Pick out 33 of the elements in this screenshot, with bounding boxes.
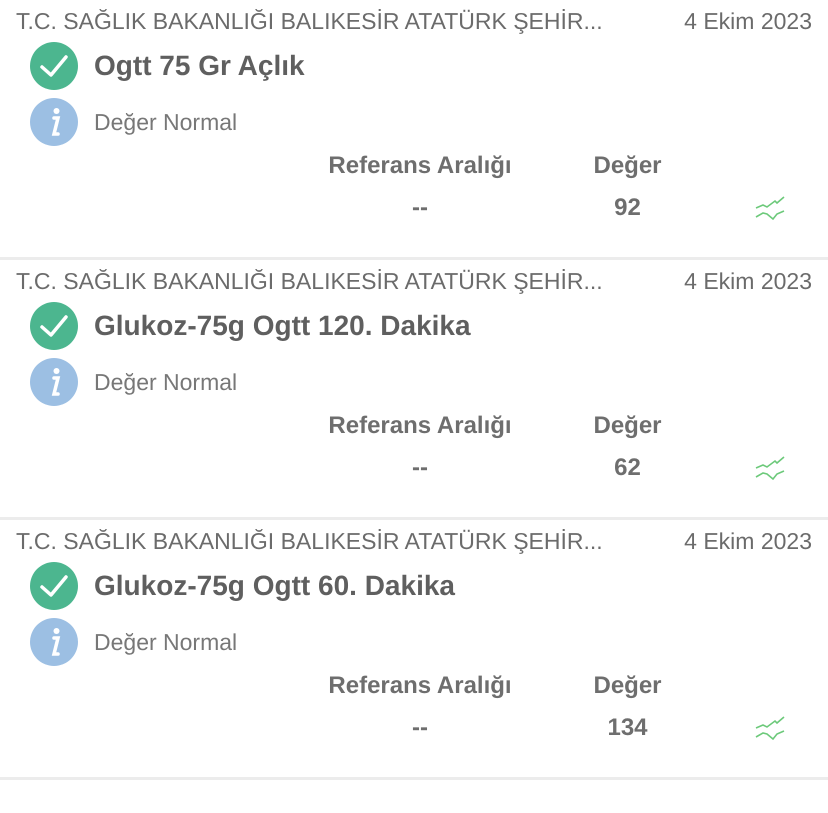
info-icon bbox=[30, 98, 78, 146]
check-icon bbox=[30, 562, 78, 610]
info-icon bbox=[30, 618, 78, 666]
hospital-name: T.C. SAĞLIK BAKANLIĞI BALIKESİR ATATÜRK ŞEHİR... bbox=[16, 8, 603, 34]
column-header: Referans Aralığı bbox=[327, 672, 513, 700]
result-date: 4 Ekim 2023 bbox=[684, 8, 812, 34]
check-icon bbox=[30, 42, 78, 90]
test-name: Glukoz-75g Ogtt 120. Dakika bbox=[94, 310, 471, 342]
test-name: Glukoz-75g Ogtt 60. Dakika bbox=[94, 570, 455, 602]
result-value: 62 bbox=[613, 454, 642, 482]
result-date: 4 Ekim 2023 bbox=[684, 528, 812, 554]
test-name: Ogtt 75 Gr Açlık bbox=[94, 50, 305, 82]
trend-chart-icon[interactable] bbox=[755, 196, 785, 220]
check-icon bbox=[30, 302, 78, 350]
reference-range: -- bbox=[411, 454, 429, 482]
column-header: Değer bbox=[592, 412, 663, 440]
info-icon bbox=[30, 358, 78, 406]
column-header: Referans Aralığı bbox=[327, 152, 513, 180]
reference-range: -- bbox=[411, 194, 429, 222]
result-value: 92 bbox=[613, 194, 642, 222]
column-header: Değer bbox=[592, 672, 663, 700]
hospital-name: T.C. SAĞLIK BAKANLIĞI BALIKESİR ATATÜRK ŞEHİR... bbox=[16, 528, 603, 554]
status-text: Değer Normal bbox=[94, 108, 238, 136]
column-header: Değer bbox=[592, 152, 663, 180]
column-header: Referans Aralığı bbox=[327, 412, 513, 440]
hospital-name: T.C. SAĞLIK BAKANLIĞI BALIKESİR ATATÜRK ŞEHİR... bbox=[16, 268, 603, 294]
status-text: Değer Normal bbox=[94, 628, 238, 656]
status-text: Değer Normal bbox=[94, 368, 238, 396]
result-date: 4 Ekim 2023 bbox=[684, 268, 812, 294]
reference-range: -- bbox=[411, 714, 429, 742]
result-value: 134 bbox=[606, 714, 649, 742]
trend-chart-icon[interactable] bbox=[755, 716, 785, 740]
trend-chart-icon[interactable] bbox=[755, 456, 785, 480]
